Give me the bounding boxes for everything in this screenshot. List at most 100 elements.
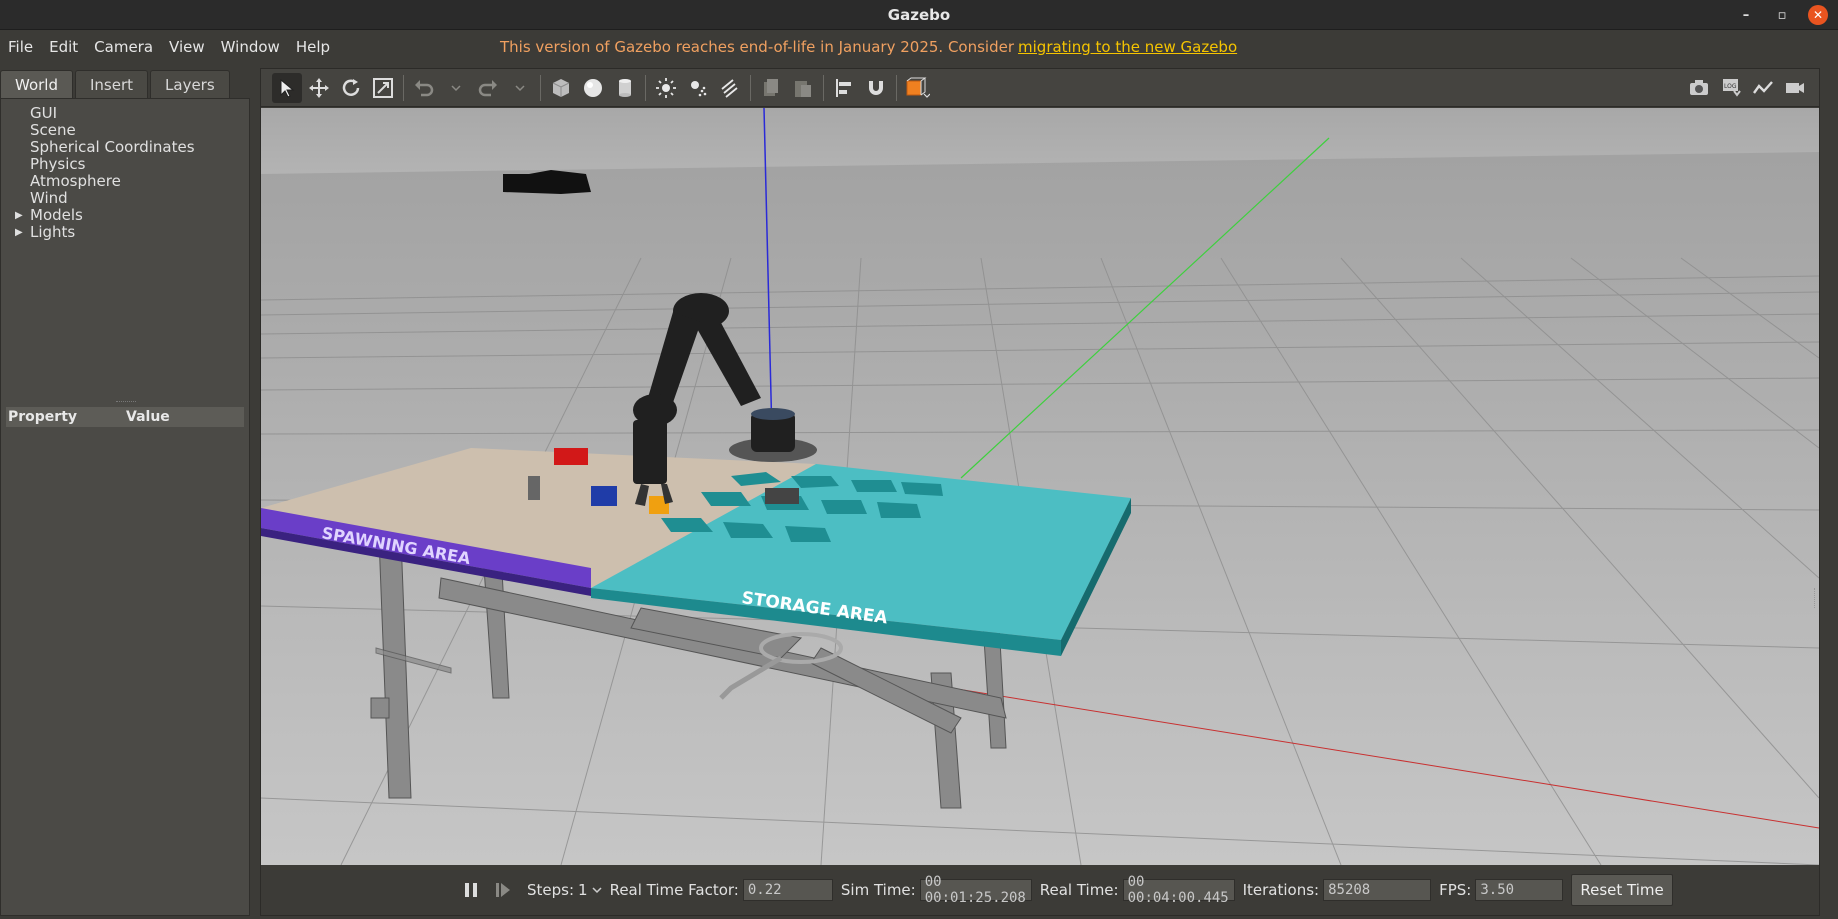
log-button[interactable]: LOG xyxy=(1716,73,1746,103)
undo-history-dropdown[interactable] xyxy=(441,73,471,103)
tab-insert[interactable]: Insert xyxy=(75,70,149,98)
tab-layers[interactable]: Layers xyxy=(150,70,230,98)
paste-button[interactable] xyxy=(788,73,818,103)
redo-history-dropdown[interactable] xyxy=(505,73,535,103)
window-controls: – ▫ ✕ xyxy=(1736,0,1828,30)
log-icon: LOG xyxy=(1723,79,1741,97)
toolbar-separator xyxy=(403,74,404,101)
point-light-button[interactable] xyxy=(651,73,681,103)
menu-edit[interactable]: Edit xyxy=(41,38,86,56)
menu-bar: File Edit Camera View Window Help This v… xyxy=(0,30,1838,64)
toolbar-separator xyxy=(823,74,824,101)
window-titlebar: Gazebo – ▫ ✕ xyxy=(0,0,1838,30)
box-shape-button[interactable] xyxy=(546,73,576,103)
menu-view[interactable]: View xyxy=(161,38,213,56)
tree-item-gui[interactable]: GUI xyxy=(1,105,249,122)
fps-value: 3.50 xyxy=(1475,879,1564,901)
move-arrows-icon xyxy=(309,77,329,98)
pause-icon xyxy=(465,883,477,897)
property-table-header: Property Value xyxy=(6,407,244,427)
tab-world[interactable]: World xyxy=(0,70,73,98)
minimize-button[interactable]: – xyxy=(1736,5,1756,25)
copy-button[interactable] xyxy=(756,73,786,103)
tree-item-lights[interactable]: ▶ Lights xyxy=(1,224,249,241)
sphere-icon xyxy=(584,78,602,97)
sphere-shape-button[interactable] xyxy=(578,73,608,103)
translate-tool-button[interactable] xyxy=(304,73,334,103)
align-button[interactable] xyxy=(829,73,859,103)
redo-button[interactable] xyxy=(473,73,503,103)
sim-time-value: 00 00:01:25.208 xyxy=(919,874,1032,906)
tree-item-spherical-coordinates[interactable]: Spherical Coordinates xyxy=(1,139,249,156)
iterations-label: Iterations: xyxy=(1242,881,1320,899)
toolbar-separator xyxy=(750,74,751,101)
sun-icon xyxy=(656,77,676,98)
steps-value[interactable]: 1 xyxy=(578,881,588,899)
toolbar-separator xyxy=(896,74,897,101)
cylinder-shape-button[interactable] xyxy=(610,73,640,103)
real-time-value: 00 00:04:00.445 xyxy=(1122,874,1235,906)
eol-notice: This version of Gazebo reaches end-of-li… xyxy=(500,30,1237,64)
scale-icon xyxy=(373,77,393,98)
video-icon xyxy=(1786,83,1804,93)
tree-item-models[interactable]: ▶ Models xyxy=(1,207,249,224)
tree-item-physics[interactable]: Physics xyxy=(1,156,249,173)
svg-text:LOG: LOG xyxy=(1724,83,1737,90)
step-button[interactable] xyxy=(488,875,518,905)
plot-icon xyxy=(1753,81,1773,94)
scale-tool-button[interactable] xyxy=(368,73,398,103)
close-button[interactable]: ✕ xyxy=(1808,5,1828,25)
property-column-header: Property xyxy=(8,409,78,425)
menu-window[interactable]: Window xyxy=(213,38,288,56)
menu-camera[interactable]: Camera xyxy=(86,38,161,56)
pause-button[interactable] xyxy=(456,875,486,905)
step-icon xyxy=(496,883,510,897)
reset-time-button[interactable]: Reset Time xyxy=(1571,874,1673,906)
view-angle-button[interactable] xyxy=(902,73,932,103)
3d-viewport[interactable]: SPAWNING AREA STORAGE AREA xyxy=(261,108,1819,865)
viewport-frame: LOG SPAWNING AREA STORAGE AREA Steps: 1 … xyxy=(260,68,1820,916)
redo-icon xyxy=(478,79,497,96)
iterations-value: 85208 xyxy=(1323,879,1432,901)
rtf-value: 0.22 xyxy=(742,879,833,901)
right-splitter-grip[interactable] xyxy=(1814,588,1817,608)
sim-time-label: Sim Time: xyxy=(840,881,916,899)
tree-item-wind[interactable]: Wind xyxy=(1,190,249,207)
expand-arrow-icon[interactable]: ▶ xyxy=(15,224,23,241)
magnet-icon xyxy=(869,80,883,95)
migration-link[interactable]: migrating to the new Gazebo xyxy=(1018,38,1237,56)
splitter-handle[interactable] xyxy=(116,401,136,404)
tree-item-scene[interactable]: Scene xyxy=(1,122,249,139)
snap-button[interactable] xyxy=(861,73,891,103)
cylinder-icon xyxy=(619,78,631,97)
undo-icon xyxy=(415,79,434,96)
plot-button[interactable] xyxy=(1748,73,1778,103)
rotate-tool-button[interactable] xyxy=(336,73,366,103)
value-column-header: Value xyxy=(126,409,170,425)
tree-item-atmosphere[interactable]: Atmosphere xyxy=(1,173,249,190)
window-title: Gazebo xyxy=(887,5,951,24)
camera-icon xyxy=(1690,80,1708,95)
paste-icon xyxy=(795,80,811,97)
chevron-down-icon[interactable] xyxy=(592,885,602,895)
video-record-button[interactable] xyxy=(1780,73,1810,103)
fps-label: FPS: xyxy=(1439,881,1472,899)
toolbar-separator xyxy=(540,74,541,101)
box-icon xyxy=(552,78,570,97)
directional-light-button[interactable] xyxy=(715,73,745,103)
rotate-icon xyxy=(342,78,360,96)
align-icon xyxy=(836,78,851,97)
menu-help[interactable]: Help xyxy=(288,38,338,56)
spot-light-button[interactable] xyxy=(683,73,713,103)
undo-button[interactable] xyxy=(409,73,439,103)
expand-arrow-icon[interactable]: ▶ xyxy=(15,207,23,224)
arrow-cursor-icon xyxy=(280,78,295,98)
view-cube-icon xyxy=(906,77,930,98)
left-panel: World Insert Layers GUI Scene Spherical … xyxy=(0,66,250,916)
menu-file[interactable]: File xyxy=(0,38,41,56)
screenshot-button[interactable] xyxy=(1684,73,1714,103)
select-tool-button[interactable] xyxy=(272,72,302,103)
rtf-label: Real Time Factor: xyxy=(609,881,739,899)
maximize-button[interactable]: ▫ xyxy=(1772,5,1792,25)
copy-icon xyxy=(764,78,778,96)
